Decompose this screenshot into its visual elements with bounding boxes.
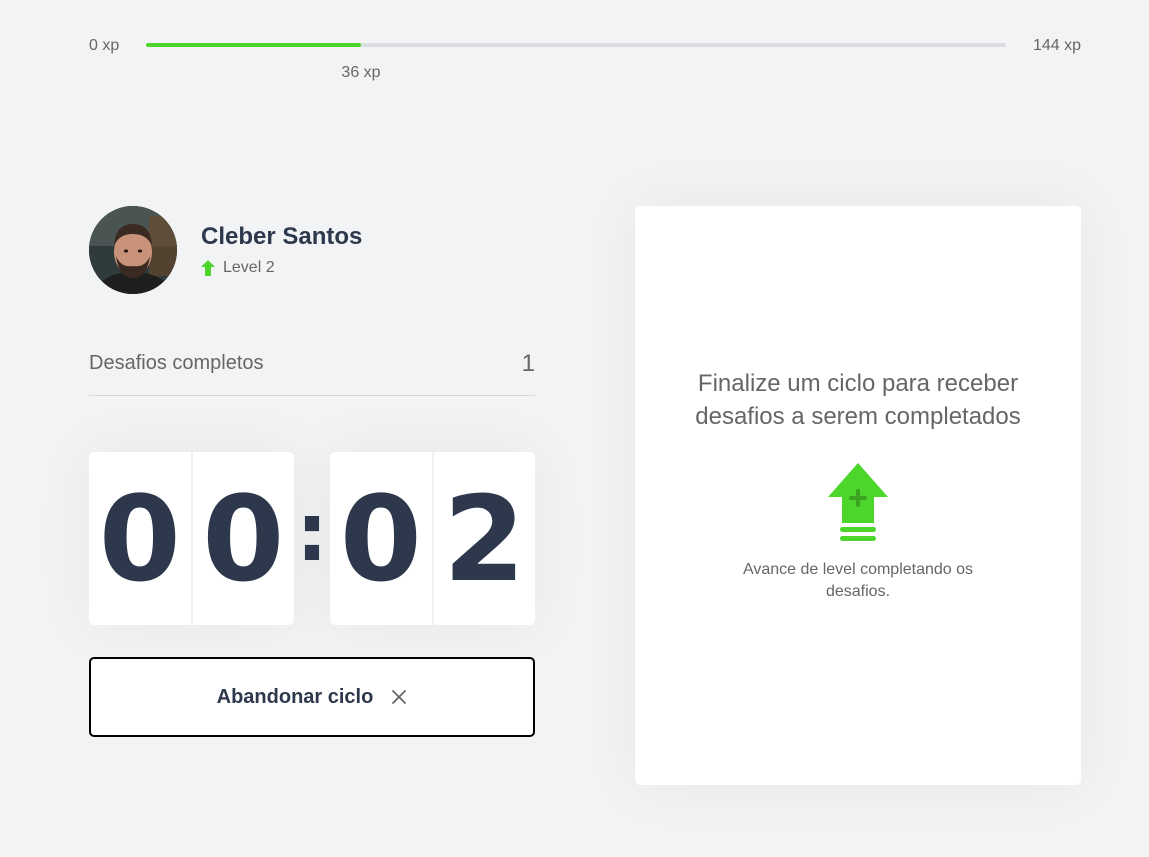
level-up-icon — [828, 463, 888, 543]
countdown-seconds: 0 2 — [330, 452, 535, 625]
countdown: 0 0 : 0 2 — [89, 452, 535, 625]
challenge-box: Finalize um ciclo para receber desafios … — [635, 206, 1081, 785]
xp-min-label: 0 xp — [89, 37, 120, 54]
xp-max-label: 144 xp — [1032, 37, 1081, 54]
xp-progress-fill — [146, 43, 361, 47]
level-up-arrow-icon — [201, 260, 215, 276]
xp-current-label: 36 xp — [341, 64, 381, 81]
completed-challenges-count: 1 — [521, 350, 535, 377]
avatar — [89, 206, 177, 294]
completed-challenges-label: Desafios completos — [89, 352, 264, 374]
minute-digit-right: 0 — [191, 452, 295, 625]
second-digit-left: 0 — [330, 452, 433, 625]
experience-bar: 0 xp 36 xp 144 xp — [89, 36, 1081, 81]
profile-name: Cleber Santos — [201, 223, 363, 250]
completed-challenges: Desafios completos 1 — [89, 340, 535, 396]
abandon-cycle-label: Abandonar ciclo — [216, 685, 374, 708]
second-digit-right: 2 — [432, 452, 536, 625]
profile-level: Level 2 — [201, 259, 362, 277]
challenge-hint: Avance de level completando os desafios. — [742, 561, 974, 600]
abandon-cycle-button[interactable]: Abandonar ciclo — [89, 657, 535, 737]
close-icon — [391, 689, 407, 705]
profile-level-label: Level 2 — [223, 259, 275, 276]
minute-digit-left: 0 — [89, 452, 192, 625]
countdown-separator: : — [296, 485, 328, 579]
profile: Cleber Santos Level 2 — [89, 206, 362, 294]
profile-info: Cleber Santos Level 2 — [201, 223, 362, 277]
countdown-minutes: 0 0 — [89, 452, 294, 625]
xp-progress-track: 36 xp — [146, 43, 1006, 81]
challenge-title: Finalize um ciclo para receber desafios … — [695, 370, 1021, 430]
